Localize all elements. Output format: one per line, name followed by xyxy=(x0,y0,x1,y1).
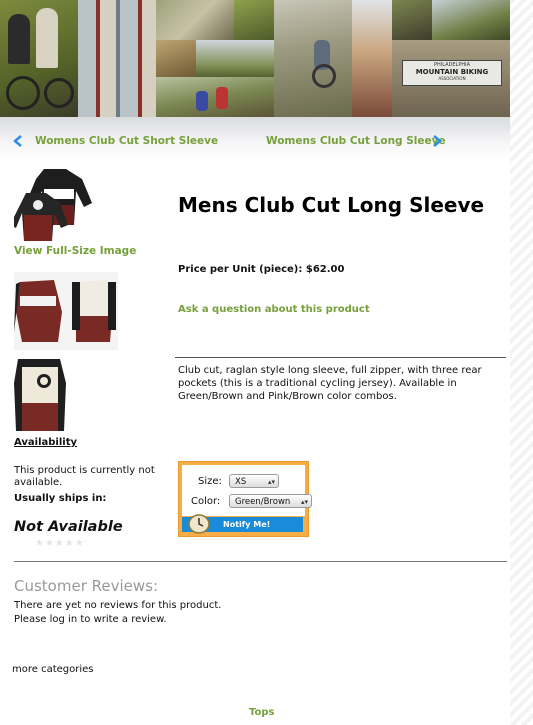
sign-line-2: MOUNTAIN BIKING xyxy=(415,68,489,76)
photo-downhill xyxy=(274,0,352,117)
chevron-right-icon[interactable] xyxy=(432,135,442,147)
prev-product-link[interactable]: Womens Club Cut Short Sleeve xyxy=(35,135,218,147)
photo-rider-portrait xyxy=(392,0,432,40)
photo-volunteer xyxy=(234,0,274,40)
product-main-image[interactable] xyxy=(14,165,96,243)
notify-me-label[interactable]: Notify Me! xyxy=(223,520,270,529)
divider xyxy=(175,357,506,358)
pmba-sign: PHILADELPHIA MOUNTAIN BIKING ASSOCIATION xyxy=(392,40,510,117)
more-categories-link[interactable]: more categories xyxy=(12,664,94,675)
size-label: Size: xyxy=(198,476,222,487)
color-select-value: Green/Brown xyxy=(235,497,291,507)
reviews-line-1: There are yet no reviews for this produc… xyxy=(14,600,222,611)
product-description: Club cut, raglan style long sleeve, full… xyxy=(178,365,482,402)
size-select[interactable]: XS ▴▾ xyxy=(229,474,279,488)
color-label: Color: xyxy=(191,496,221,507)
notify-form: Size: XS ▴▾ Color: Green/Brown ▴▾ Notify… xyxy=(178,461,312,537)
photo-forest xyxy=(196,40,274,77)
select-arrows-icon: ▴▾ xyxy=(267,478,275,486)
photo-rider-woods xyxy=(156,40,196,77)
sign-line-3: ASSOCIATION xyxy=(438,76,466,81)
availability-status: This product is currently not available. xyxy=(14,465,155,488)
rating-stars: ★★★★★ xyxy=(35,538,85,549)
tops-link[interactable]: Tops xyxy=(249,707,274,718)
availability-heading: Availability xyxy=(14,437,77,448)
color-select[interactable]: Green/Brown ▴▾ xyxy=(229,494,312,508)
clock-icon xyxy=(188,514,210,534)
product-thumbnail-2[interactable] xyxy=(14,353,68,431)
photo-riders xyxy=(0,0,78,117)
chevron-left-icon[interactable] xyxy=(13,135,23,147)
photo-couple xyxy=(352,0,392,117)
reviews-message: There are yet no reviews for this produc… xyxy=(14,599,221,627)
reviews-line-2: Please log in to write a review. xyxy=(14,614,167,625)
page-edge-stripe xyxy=(510,0,533,725)
next-product-link[interactable]: Womens Club Cut Long Sleeve xyxy=(266,135,446,147)
ask-question-link[interactable]: Ask a question about this product xyxy=(178,304,370,315)
view-full-size-link[interactable]: View Full-Size Image xyxy=(14,245,136,257)
variant-selectors: Size: XS ▴▾ Color: Green/Brown ▴▾ xyxy=(182,465,312,516)
photo-bike-hill xyxy=(432,0,510,40)
customer-reviews-heading: Customer Reviews: xyxy=(14,577,159,595)
select-arrows-icon: ▴▾ xyxy=(300,498,308,506)
product-thumbnail-1[interactable] xyxy=(14,272,118,350)
section-divider xyxy=(14,561,507,562)
photo-group-ride xyxy=(156,77,274,117)
size-select-value: XS xyxy=(235,477,247,487)
product-title: Mens Club Cut Long Sleeve xyxy=(178,193,485,217)
ships-in-label: Usually ships in: xyxy=(14,493,107,504)
header-photo-banner: PHILADELPHIA MOUNTAIN BIKING ASSOCIATION xyxy=(0,0,510,117)
photo-bins xyxy=(78,0,156,117)
photo-trail-work xyxy=(156,0,234,40)
not-available-label: Not Available xyxy=(14,519,123,535)
product-price: Price per Unit (piece): $62.00 xyxy=(178,264,345,275)
